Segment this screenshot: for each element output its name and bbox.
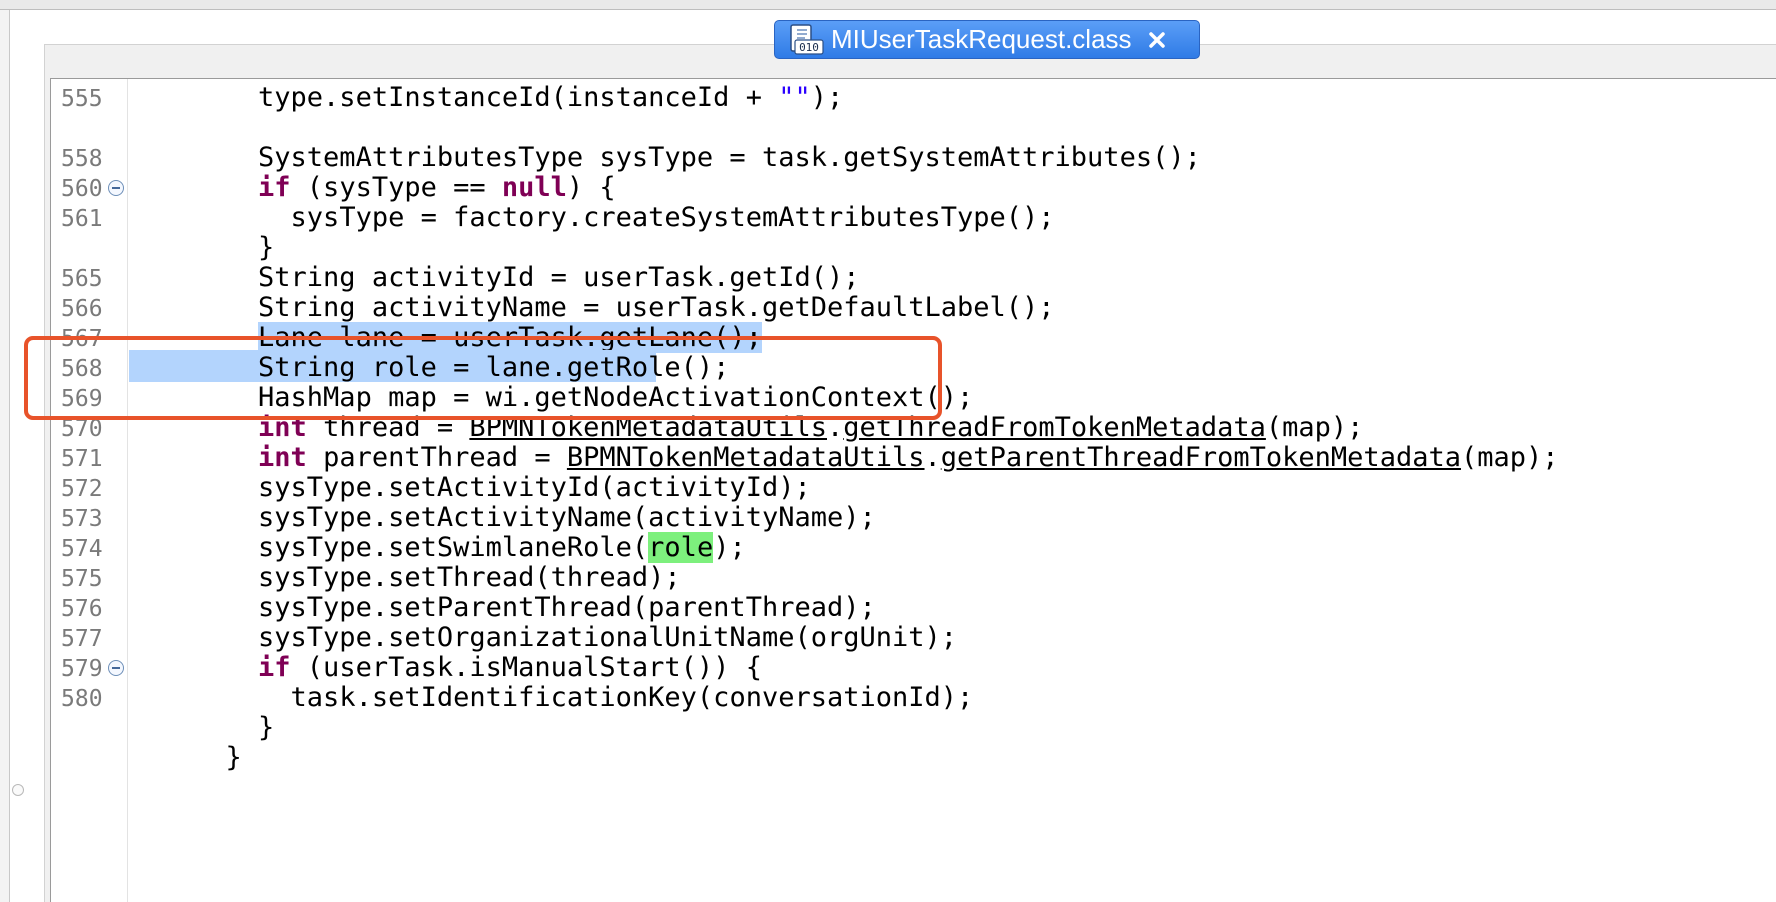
code-line[interactable]: 573 sysType.setActivityName(activityName…: [51, 499, 1776, 533]
string-literal: "": [778, 82, 811, 113]
java-class-file-icon: 010: [789, 23, 825, 56]
sash-handle[interactable]: [12, 784, 24, 796]
fold-collapse-icon[interactable]: [108, 660, 124, 676]
code-line[interactable]: 561 sysType = factory.createSystemAttrib…: [51, 199, 1776, 233]
code-text: }: [225, 742, 242, 773]
code-line[interactable]: 575 sysType.setThread(thread);: [51, 559, 1776, 593]
code-line[interactable]: 555 type.setInstanceId(instanceId + "");: [51, 79, 1776, 113]
code-line[interactable]: 577 sysType.setOrganizationalUnitName(or…: [51, 619, 1776, 653]
code-line[interactable]: 560 if (sysType == null) {: [51, 169, 1776, 203]
class-file-icon-text: 010: [799, 41, 819, 54]
code-line[interactable]: 576 sysType.setParentThread(parentThread…: [51, 589, 1776, 623]
fold-collapse-icon[interactable]: [108, 180, 124, 196]
tab-label: MIUserTaskRequest.class: [831, 24, 1132, 54]
code-line[interactable]: }: [51, 709, 1776, 743]
code-area[interactable]: 555 type.setInstanceId(instanceId + "");…: [51, 79, 1776, 902]
code-text: type.setInstanceId(instanceId + "");: [258, 82, 844, 113]
left-panel-sash[interactable]: [0, 10, 10, 902]
code-line[interactable]: 565 String activityId = userTask.getId()…: [51, 259, 1776, 293]
code-editor[interactable]: 555 type.setInstanceId(instanceId + "");…: [50, 78, 1776, 902]
code-line[interactable]: 580 task.setIdentificationKey(conversati…: [51, 679, 1776, 713]
code-line[interactable]: 579 if (userTask.isManualStart()) {: [51, 649, 1776, 683]
code-line[interactable]: 566 String activityName = userTask.getDe…: [51, 289, 1776, 323]
code-line[interactable]: 558 SystemAttributesType sysType = task.…: [51, 139, 1776, 173]
annotation-highlight-box: [24, 336, 942, 420]
code-line[interactable]: }: [51, 229, 1776, 263]
code-line[interactable]: 571 int parentThread = BPMNTokenMetadata…: [51, 439, 1776, 473]
line-number: 555: [61, 86, 103, 112]
code-line[interactable]: 572 sysType.setActivityId(activityId);: [51, 469, 1776, 503]
close-icon[interactable]: [1146, 29, 1168, 51]
code-line[interactable]: }: [51, 739, 1776, 773]
window-top-bar: [0, 0, 1776, 10]
code-line[interactable]: 574 sysType.setSwimlaneRole(role);: [51, 529, 1776, 563]
editor-tab-active[interactable]: 010 MIUserTaskRequest.class: [774, 20, 1200, 59]
